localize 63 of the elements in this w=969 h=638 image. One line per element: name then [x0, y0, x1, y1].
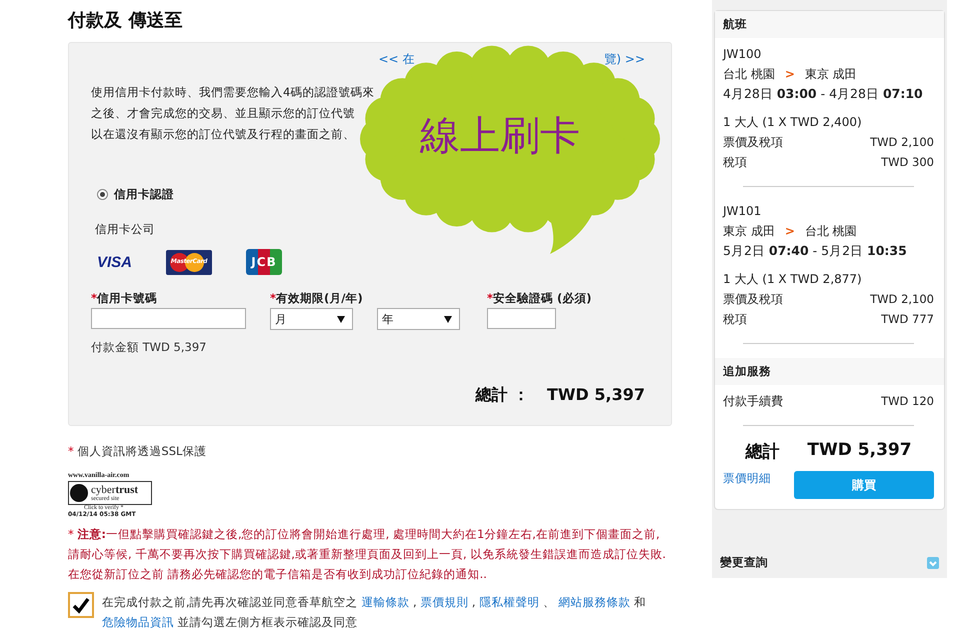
ssl-note: * 個人資訊將透過SSL保護: [68, 444, 208, 459]
terms-link[interactable]: 隱私權聲明: [479, 595, 540, 609]
fare-label: 票價及稅項: [723, 134, 783, 151]
dropdown[interactable]: 年: [377, 308, 460, 330]
fare-details-link[interactable]: 票價明細: [723, 471, 771, 486]
route-arrow: >: [784, 223, 795, 240]
payment-amount: 付款金額 TWD 5,397: [91, 340, 208, 355]
page-title: 付款及 傳送至: [68, 9, 184, 32]
fare-value: TWD 777: [881, 311, 934, 328]
fare-label: 票價及稅項: [723, 291, 783, 308]
flight-number: JW100: [723, 46, 762, 63]
field-label: *安全驗證碼 (必須): [487, 291, 592, 306]
total-value: TWD 5,397: [807, 440, 912, 462]
card-number-field[interactable]: [91, 308, 246, 329]
fee-value: TWD 120: [881, 393, 934, 410]
flight-time: 5月2日 07:40 - 5月2日 10:35: [723, 242, 908, 260]
terms-link[interactable]: 網站服務條款: [558, 595, 631, 609]
agree-checkbox[interactable]: [68, 592, 94, 618]
radio-label: 信用卡認證: [114, 187, 174, 202]
warning-notice: * 注意:一但點擊購買確認鍵之後,您的訂位將會開始進行處理, 處理時間大約在1分鐘左右,在前進到下個畫面之前, 請耐心等候, 千萬不要再次按下購買確認鍵,或著重新整理頁面及回到上一頁, 以免系統發生錯誤進而造成訂位失敗.在您從新訂位之前 請務必先確認您的電子信箱是否有收到成功訂位紀錄的通知..: [68, 526, 667, 583]
flight-number: JW101: [723, 203, 762, 220]
terms-link[interactable]: 票價規則: [420, 595, 468, 609]
total-value: TWD 5,397: [546, 385, 645, 406]
caret-icon: [337, 316, 345, 322]
fee-label: 付款手續費: [723, 393, 783, 410]
total-label: 總計: [745, 441, 780, 463]
section-header: 追加服務: [715, 358, 944, 385]
route-arrow: >: [784, 66, 795, 83]
terms-link[interactable]: 運輸條款: [361, 595, 410, 609]
route-city: 東京 成田: [804, 66, 857, 83]
change-panel-title[interactable]: 變更查詢: [720, 555, 768, 570]
fare-value: TWD 2,100: [870, 291, 934, 308]
field-label: *信用卡號碼: [91, 291, 158, 306]
intro-text: 之後、才會完成您的交易、並且顯示您的訂位代號: [91, 105, 355, 122]
seal-icon: [69, 483, 89, 503]
field-label: *有效期限(月/年): [270, 291, 364, 306]
fare-value: TWD 300: [881, 154, 934, 171]
dropdown[interactable]: 月: [270, 308, 353, 330]
fare-label: 稅項: [723, 154, 747, 171]
callout-text: 線上刷卡: [420, 112, 580, 161]
fare-label: 稅項: [723, 311, 747, 328]
total-label: 總計 ：: [475, 385, 529, 406]
intro-text: 使用信用卡付款時、我們需要您輸入4碼的認證號碼來: [91, 84, 374, 101]
passenger-fare: 1 大人 (1 X TWD 2,877): [723, 271, 863, 288]
checkmark-icon: [71, 596, 91, 614]
security-code-field[interactable]: [487, 308, 556, 329]
visa-logo: VISA: [97, 254, 132, 270]
route-city: 東京 成田: [723, 223, 775, 240]
info-link[interactable]: 覽) >>: [604, 51, 645, 68]
route-city: 台北 桃園: [723, 66, 775, 83]
info-link[interactable]: << 在: [378, 51, 414, 68]
terms-link[interactable]: 危險物品資訊: [102, 615, 174, 629]
buy-button[interactable]: 購買: [794, 471, 934, 499]
intro-text: 以在還沒有顯示您的訂位代號及行程的畫面之前、: [91, 126, 355, 143]
card-company-label: 信用卡公司: [95, 222, 156, 237]
caret-icon: [444, 316, 452, 322]
radio-button[interactable]: [97, 189, 108, 200]
agreement-text: 在完成付款之前,請先再次確認並同意香草航空之 運輸條款 , 票價規則 , 隱私權聲明 、 網站服務條款 和 危險物品資訊 並請勾選左側方框表示確認及同意: [102, 594, 648, 631]
section-header: 航班: [715, 11, 944, 38]
route-city: 台北 桃園: [804, 223, 857, 240]
passenger-fare: 1 大人 (1 X TWD 2,400): [723, 114, 863, 131]
fare-value: TWD 2,100: [870, 134, 934, 151]
flight-time: 4月28日 03:00 - 4月28日 07:10: [723, 85, 924, 103]
